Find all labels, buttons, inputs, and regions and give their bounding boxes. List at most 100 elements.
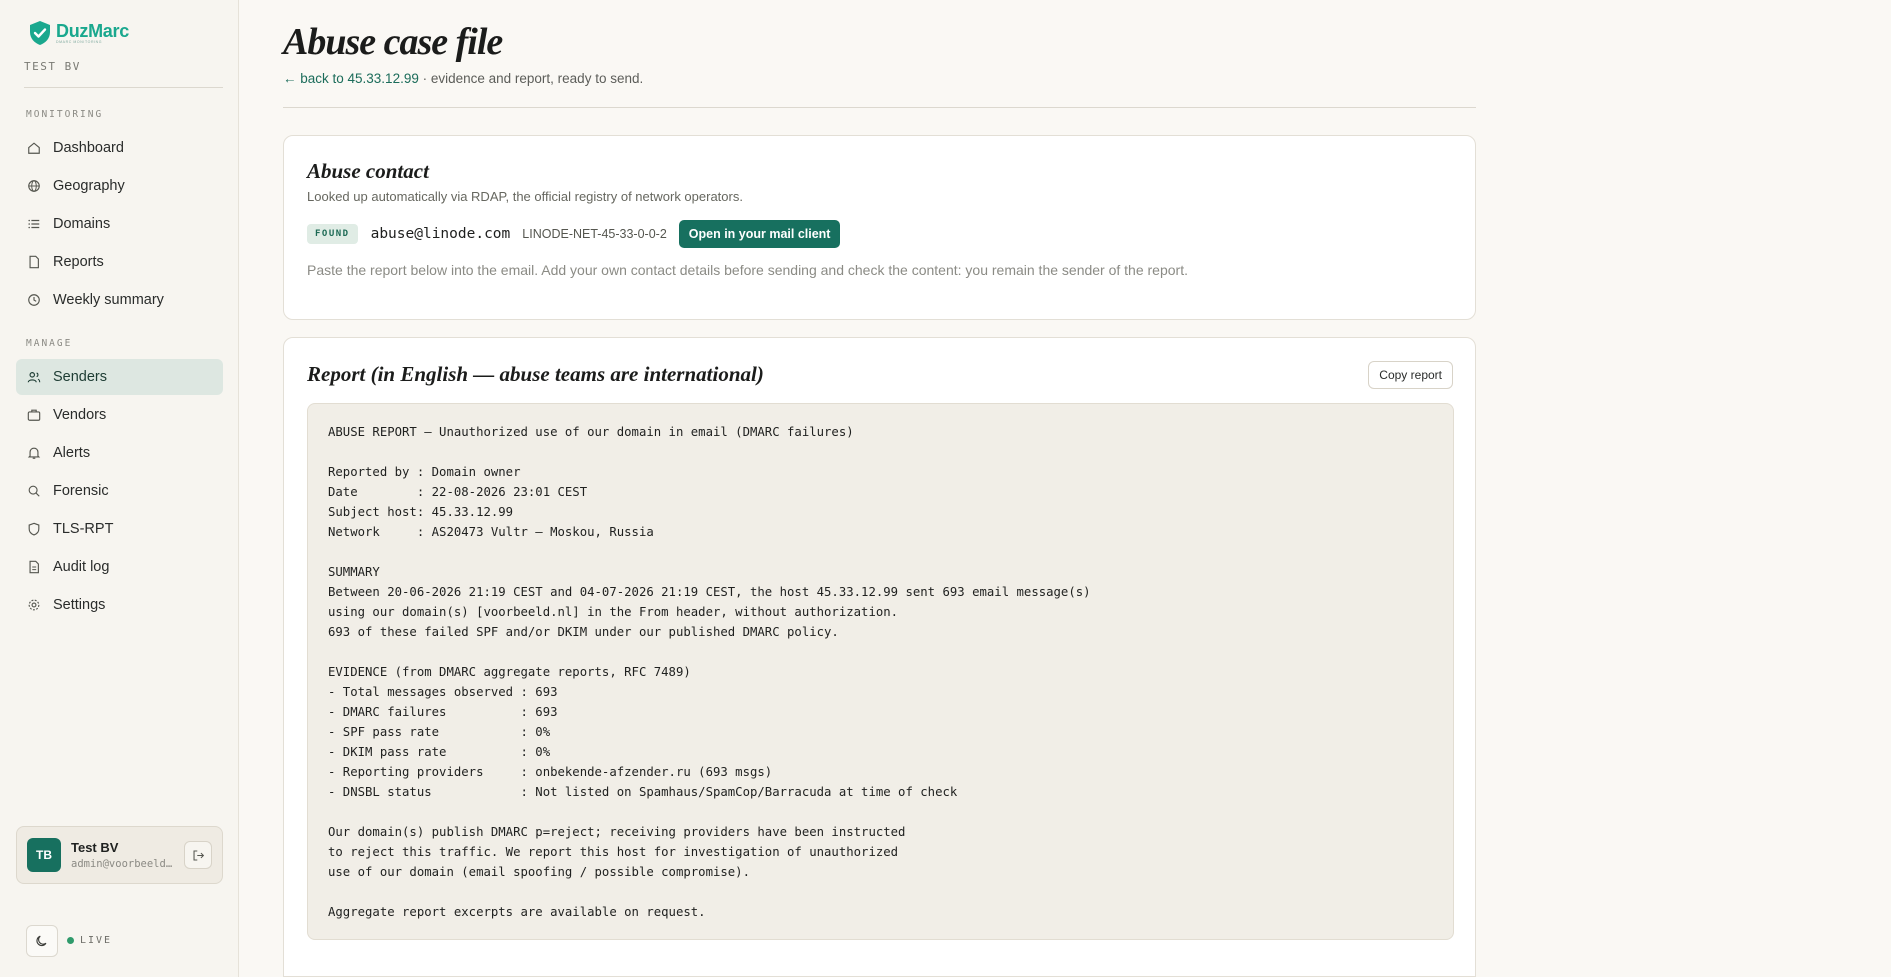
clock-icon: [27, 293, 41, 307]
gear-icon: [27, 598, 41, 612]
briefcase-icon: [27, 408, 41, 422]
subtitle-text: · evidence and report, ready to send.: [418, 71, 644, 86]
sidebar-item-label: Alerts: [53, 445, 91, 461]
open-mail-client-button[interactable]: Open in your mail client: [678, 220, 841, 248]
sidebar-item-forensic[interactable]: Forensic: [16, 473, 223, 509]
sidebar-item-reports[interactable]: Reports: [16, 244, 223, 280]
home-icon: [27, 141, 41, 155]
sidebar-item-alerts[interactable]: Alerts: [16, 435, 223, 471]
user-email: admin@voorbeeld.nl: [71, 858, 175, 870]
avatar: TB: [27, 838, 61, 872]
abuse-email[interactable]: abuse@linode.com: [371, 226, 511, 242]
section-label-monitoring: MONITORING: [26, 109, 104, 120]
document-icon: [27, 560, 41, 574]
file-icon: [27, 255, 41, 269]
report-line: [328, 802, 1433, 822]
report-line: [328, 642, 1433, 662]
page-title: Abuse case file: [283, 21, 503, 63]
sidebar-item-tls-rpt[interactable]: TLS-RPT: [16, 511, 223, 547]
moon-icon: [36, 935, 47, 947]
report-text: ABUSE REPORT — Unauthorized use of our d…: [328, 422, 1433, 922]
sidebar-item-label: Domains: [53, 216, 111, 232]
report-line: - DNSBL status : Not listed on Spamhaus/…: [328, 785, 958, 799]
report-line: Between 20-06-2026 21:19 CEST and 04-07-…: [328, 585, 1091, 599]
card-title: Report (in English — abuse teams are int…: [307, 362, 764, 386]
sidebar-item-settings[interactable]: Settings: [16, 587, 223, 623]
report-line: - DKIM pass rate : 0%: [328, 745, 551, 759]
report-line: - SPF pass rate : 0%: [328, 725, 551, 739]
globe-icon: [27, 179, 41, 193]
shield-icon: [27, 522, 41, 536]
sidebar-item-label: Reports: [53, 254, 104, 270]
sidebar-item-label: Audit log: [53, 559, 110, 575]
shield-logo-icon: [30, 21, 50, 45]
divider: [24, 87, 223, 88]
status-badge: FOUND: [307, 224, 358, 244]
report-line: - Reporting providers : onbekende-afzend…: [328, 765, 773, 779]
brand-tagline: DMARC MONITORING: [56, 39, 103, 44]
report-line: 693 of these failed SPF and/or DKIM unde…: [328, 625, 839, 639]
live-label: LIVE: [80, 935, 113, 946]
report-text-box[interactable]: ABUSE REPORT — Unauthorized use of our d…: [307, 403, 1454, 940]
report-line: Subject host: 45.33.12.99: [328, 505, 514, 519]
sidebar-item-label: Settings: [53, 597, 106, 613]
report-line: to reject this traffic. We report this h…: [328, 845, 899, 859]
report-line: ABUSE REPORT — Unauthorized use of our d…: [328, 425, 854, 439]
live-dot-icon: [67, 937, 74, 944]
report-line: - DMARC failures : 693: [328, 705, 558, 719]
card-description: Looked up automatically via RDAP, the of…: [307, 189, 743, 204]
sidebar-item-vendors[interactable]: Vendors: [16, 397, 223, 433]
sidebar-item-label: Weekly summary: [53, 292, 164, 308]
sidebar: DuzMarc DMARC MONITORING TEST BV MONITOR…: [0, 0, 239, 977]
report-line: [328, 442, 1433, 462]
list-icon: [27, 217, 41, 231]
network-name: LINODE-NET-45-33-0-0-2: [522, 227, 667, 241]
live-status: LIVE: [67, 935, 112, 946]
theme-toggle-button[interactable]: [26, 925, 58, 957]
sidebar-item-weekly-summary[interactable]: Weekly summary: [16, 282, 223, 318]
page-subtitle: ← back to 45.33.12.99 · evidence and rep…: [283, 71, 643, 86]
users-icon: [27, 370, 41, 384]
card-title: Abuse contact: [307, 159, 429, 183]
report-line: using our domain(s) [voorbeeld.nl] in th…: [328, 605, 899, 619]
bell-icon: [27, 446, 41, 460]
brand-logo[interactable]: DuzMarc DMARC MONITORING: [28, 20, 129, 46]
report-line: Date : 22-08-2026 23:01 CEST: [328, 485, 588, 499]
user-name: Test BV: [71, 840, 119, 855]
report-line: EVIDENCE (from DMARC aggregate reports, …: [328, 665, 691, 679]
brand-name: DuzMarc: [56, 20, 129, 41]
report-line: SUMMARY: [328, 565, 380, 579]
report-line: Our domain(s) publish DMARC p=reject; re…: [328, 825, 906, 839]
user-card[interactable]: TB Test BV admin@voorbeeld.nl: [16, 826, 223, 884]
sidebar-item-dashboard[interactable]: Dashboard: [16, 130, 223, 166]
sidebar-item-label: TLS-RPT: [53, 521, 114, 537]
report-line: Reported by : Domain owner: [328, 465, 521, 479]
logout-icon: [193, 850, 204, 860]
sidebar-item-label: Senders: [53, 369, 108, 385]
report-line: use of our domain (email spoofing / poss…: [328, 865, 750, 879]
report-line: [328, 882, 1433, 902]
sidebar-item-label: Dashboard: [53, 140, 124, 156]
contact-row: FOUND abuse@linode.com LINODE-NET-45-33-…: [307, 220, 841, 248]
abuse-contact-card: Abuse contact Looked up automatically vi…: [283, 135, 1476, 320]
divider: [283, 107, 1476, 108]
report-line: Aggregate report excerpts are available …: [328, 905, 706, 919]
sidebar-item-audit-log[interactable]: Audit log: [16, 549, 223, 585]
report-card: Report (in English — abuse teams are int…: [283, 337, 1476, 977]
back-link[interactable]: ← back to 45.33.12.99: [283, 71, 419, 86]
sidebar-item-label: Forensic: [53, 483, 109, 499]
sidebar-item-label: Geography: [53, 178, 125, 194]
sidebar-item-domains[interactable]: Domains: [16, 206, 223, 242]
report-line: Network : AS20473 Vultr — Moskou, Russia: [328, 525, 654, 539]
copy-report-button[interactable]: Copy report: [1368, 361, 1453, 389]
logout-button[interactable]: [184, 841, 212, 869]
report-line: [328, 542, 1433, 562]
sidebar-item-label: Vendors: [53, 407, 107, 423]
sidebar-item-senders[interactable]: Senders: [16, 359, 223, 395]
sidebar-item-geography[interactable]: Geography: [16, 168, 223, 204]
report-line: - Total messages observed : 693: [328, 685, 558, 699]
search-icon: [27, 484, 41, 498]
org-name: TEST BV: [24, 60, 81, 73]
card-note: Paste the report below into the email. A…: [307, 262, 1188, 278]
section-label-manage: MANAGE: [26, 338, 73, 349]
